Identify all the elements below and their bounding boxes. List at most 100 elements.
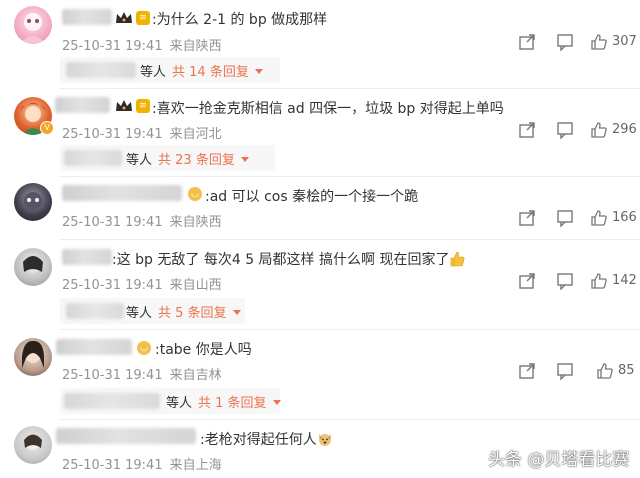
comment-location: 来自山西 [169, 278, 222, 293]
comment-icon[interactable] [556, 272, 574, 290]
reply-summary[interactable]: 等人共 1 条回复 [60, 388, 281, 414]
comment-actions: 166 [510, 209, 640, 229]
chevron-down-icon [272, 400, 281, 405]
comment-actions: 307 [510, 33, 640, 53]
reply-etc: 等人 [126, 153, 153, 168]
comment-item: ◡ :tabe 你是人吗 25-10-31 19:41 来自吉林 85 等人共 1… [0, 330, 640, 416]
level-badge: ≡ [136, 11, 150, 25]
comment-icon[interactable] [556, 209, 574, 227]
avatar-image [22, 340, 44, 368]
like-count: 142 [612, 273, 637, 288]
avatar-image [20, 13, 46, 44]
like-count: 296 [612, 122, 637, 137]
comment-text-body: :老枪对得起任何人 [200, 432, 317, 448]
comment-text-body: :这 bp 无敌了 每次4 5 局都这样 搞什么啊 现在回家了 [112, 252, 450, 268]
avatar[interactable] [14, 426, 52, 464]
like-count: 166 [612, 210, 637, 225]
chevron-down-icon [254, 69, 263, 74]
reply-count[interactable]: 共 1 条回复 [198, 396, 267, 411]
comment-time: 25-10-31 19:41 [62, 368, 163, 383]
comment-location: 来自吉林 [169, 368, 222, 383]
avatar-image [24, 434, 42, 450]
reply-count[interactable]: 共 23 条回复 [158, 153, 235, 168]
avatar[interactable] [14, 183, 52, 221]
username-redacted[interactable] [56, 428, 196, 444]
avatar-image [23, 256, 43, 273]
reply-summary[interactable]: 等人共 23 条回复 [60, 145, 275, 171]
chevron-down-icon [232, 310, 241, 315]
comment-text: :为什么 2-1 的 bp 做成那样 [152, 12, 328, 28]
comment-text: :ad 可以 cos 秦桧的一个接一个跪 [205, 189, 419, 205]
reply-etc: 等人 [140, 65, 167, 80]
reply-usernames-redacted [66, 62, 136, 78]
comment-location: 来自陕西 [169, 39, 222, 54]
avatar[interactable] [14, 6, 52, 44]
comment-text: :老枪对得起任何人 [200, 429, 333, 449]
avatar[interactable] [14, 248, 52, 286]
comment-time: 25-10-31 19:41 [62, 39, 163, 54]
level-badge: ≡ [136, 99, 150, 113]
comment-text: :这 bp 无敌了 每次4 5 局都这样 搞什么啊 现在回家了 [112, 249, 465, 269]
comment-text: :喜欢一抢金克斯相信 ad 四保一，垃圾 bp 对得起上单吗 [152, 101, 504, 117]
crown-icon [116, 12, 132, 23]
dog-emoji-icon [318, 434, 331, 446]
reply-usernames-redacted [64, 150, 122, 166]
comment-location: 来自陕西 [169, 215, 222, 230]
chevron-down-icon [240, 157, 249, 162]
share-icon[interactable] [518, 272, 536, 290]
comment-meta: 25-10-31 19:41 来自河北 [62, 123, 229, 142]
comment-text: :tabe 你是人吗 [155, 342, 252, 358]
reply-summary[interactable]: 等人共 5 条回复 [60, 298, 245, 324]
crown-icon [116, 100, 132, 111]
watermark: 头条 @贝塔看比赛 [488, 450, 630, 470]
comment-actions: 296 [510, 121, 640, 141]
thumbs-up-icon[interactable] [590, 209, 608, 227]
comment-item: :这 bp 无敌了 每次4 5 局都这样 搞什么啊 现在回家了 25-10-31… [0, 240, 640, 324]
comment-time: 25-10-31 19:41 [62, 215, 163, 230]
comment-icon[interactable] [556, 362, 574, 380]
level-badge: ◡ [137, 341, 151, 355]
reply-summary[interactable]: 等人共 14 条回复 [60, 57, 280, 83]
username-redacted[interactable] [55, 97, 110, 113]
comment-actions: 142 [510, 272, 640, 292]
username-redacted[interactable] [62, 249, 112, 265]
reply-usernames-redacted [64, 393, 160, 409]
reply-usernames-redacted [66, 303, 124, 319]
username-redacted[interactable] [56, 339, 132, 355]
share-icon[interactable] [518, 362, 536, 380]
username-redacted[interactable] [62, 9, 112, 25]
comment-item: V ≡ :喜欢一抢金克斯相信 ad 四保一，垃圾 bp 对得起上单吗 25-10… [0, 89, 640, 173]
reply-etc: 等人 [166, 396, 193, 411]
comment-time: 25-10-31 19:41 [62, 127, 163, 142]
share-icon[interactable] [518, 33, 536, 51]
thumbs-up-emoji-icon [451, 251, 465, 267]
thumbs-up-icon[interactable] [590, 33, 608, 51]
avatar[interactable] [14, 338, 52, 376]
comment-item: ≡ :为什么 2-1 的 bp 做成那样 25-10-31 19:41 来自陕西 … [0, 0, 640, 84]
comment-icon[interactable] [556, 121, 574, 139]
comment-meta: 25-10-31 19:41 来自上海 [62, 454, 229, 473]
comment-location: 来自河北 [169, 127, 222, 142]
reply-count[interactable]: 共 5 条回复 [158, 306, 227, 321]
like-count: 307 [612, 34, 637, 49]
reply-text: 等人共 23 条回复 [126, 149, 249, 168]
comment-time: 25-10-31 19:41 [62, 278, 163, 293]
thumbs-up-icon[interactable] [596, 362, 614, 380]
verified-badge: V [40, 121, 54, 135]
comment-meta: 25-10-31 19:41 来自陕西 [62, 35, 229, 54]
comment-icon[interactable] [556, 33, 574, 51]
comment-meta: 25-10-31 19:41 来自山西 [62, 274, 229, 293]
reply-count[interactable]: 共 14 条回复 [172, 65, 249, 80]
username-redacted[interactable] [62, 185, 182, 201]
comment-location: 来自上海 [169, 458, 222, 473]
share-icon[interactable] [518, 121, 536, 139]
comment-item: ◡ :ad 可以 cos 秦桧的一个接一个跪 25-10-31 19:41 来自陕… [0, 177, 640, 237]
reply-etc: 等人 [126, 306, 153, 321]
thumbs-up-icon[interactable] [590, 121, 608, 139]
reply-text: 等人共 5 条回复 [126, 302, 241, 321]
comment-actions: 85 [510, 362, 640, 382]
comment-meta: 25-10-31 19:41 来自陕西 [62, 211, 229, 230]
thumbs-up-icon[interactable] [590, 272, 608, 290]
level-badge: ◡ [188, 187, 202, 201]
share-icon[interactable] [518, 209, 536, 227]
